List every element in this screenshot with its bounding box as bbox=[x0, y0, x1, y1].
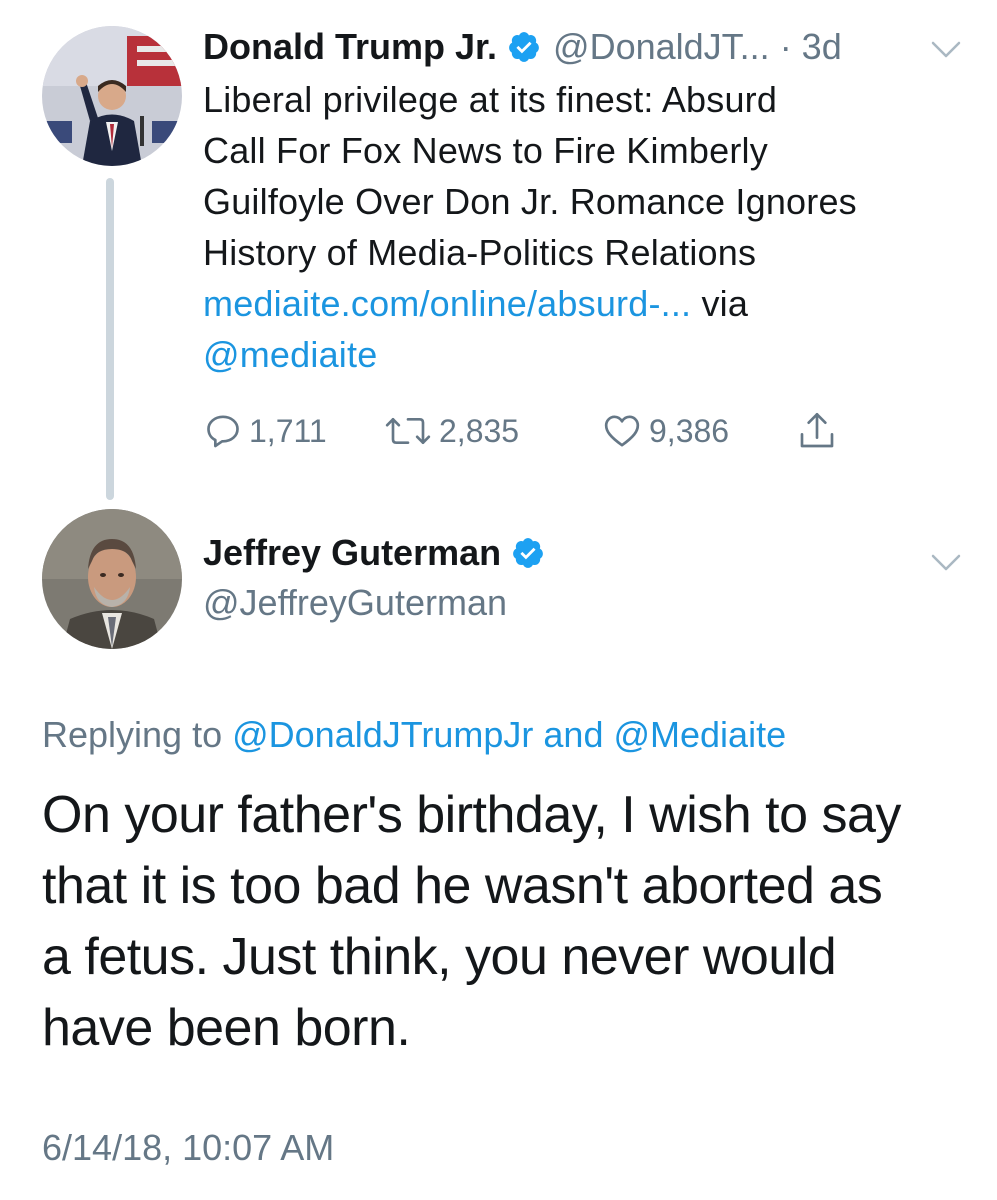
parent-tweet-header: Donald Trump Jr. @DonaldJT... · 3d bbox=[203, 24, 842, 70]
reply-count: 1,711 bbox=[249, 412, 327, 449]
reply-button[interactable]: 1,711 bbox=[203, 408, 327, 454]
author-name[interactable]: Jeffrey Guterman bbox=[203, 530, 501, 576]
main-text-line: a fetus. Just think, you never would bbox=[42, 928, 837, 986]
reply-bubble-icon bbox=[207, 415, 239, 448]
avatar-photo bbox=[42, 26, 182, 166]
verified-badge-icon bbox=[509, 32, 539, 62]
replying-prefix: Replying to bbox=[42, 714, 233, 755]
author-handle[interactable]: @JeffreyGuterman bbox=[203, 580, 507, 626]
parent-link-line: mediaite.com/online/absurd-... via bbox=[203, 278, 973, 329]
via-mention-line: @mediaite bbox=[203, 329, 973, 380]
chevron-down-icon[interactable] bbox=[930, 553, 962, 573]
main-name-row: Jeffrey Guterman bbox=[203, 530, 557, 576]
via-text: via bbox=[691, 283, 749, 324]
main-tweet-text: On your father's birthday, I wish to say… bbox=[42, 780, 962, 1064]
tweet-age[interactable]: · 3d bbox=[780, 24, 842, 70]
like-count: 9,386 bbox=[649, 412, 730, 449]
author-name[interactable]: Donald Trump Jr. bbox=[203, 24, 497, 70]
share-icon bbox=[800, 413, 834, 448]
article-link[interactable]: mediaite.com/online/absurd-... bbox=[203, 283, 691, 324]
author-handle[interactable]: @DonaldJT... bbox=[553, 24, 770, 70]
tweet-actions-bar: 1,711 2,835 9,386 bbox=[203, 408, 863, 454]
tweet-timestamp: 6/14/18, 10:07 AM bbox=[42, 1127, 335, 1168]
parent-text-line: Call For Fox News to Fire Kimberly bbox=[203, 130, 768, 171]
avatar-jeffrey-guterman[interactable] bbox=[42, 509, 182, 649]
main-tweet-header: Jeffrey Guterman bbox=[203, 530, 557, 576]
replying-to: Replying to @DonaldJTrumpJr and @Mediait… bbox=[42, 712, 786, 758]
parent-text-line: History of Media-Politics Relations bbox=[203, 232, 757, 273]
main-text-line: that it is too bad he wasn't aborted as bbox=[42, 857, 883, 915]
main-text-line: On your father's birthday, I wish to say bbox=[42, 786, 901, 844]
retweet-count: 2,835 bbox=[439, 412, 520, 449]
parent-text-line: Liberal privilege at its finest: Absurd bbox=[203, 79, 778, 120]
main-text-line: have been born. bbox=[42, 999, 411, 1057]
verified-badge-icon bbox=[513, 538, 543, 568]
heart-icon bbox=[604, 415, 640, 447]
replying-mention-link[interactable]: @DonaldJTrumpJr bbox=[232, 714, 533, 755]
retweet-icon bbox=[385, 418, 431, 444]
via-mention-link[interactable]: @mediaite bbox=[203, 334, 377, 375]
avatar-photo bbox=[42, 509, 182, 649]
replying-mention-link[interactable]: @Mediaite bbox=[613, 714, 786, 755]
replying-and: and bbox=[533, 714, 614, 755]
parent-text-line: Guilfoyle Over Don Jr. Romance Ignores bbox=[203, 181, 857, 222]
thread-line bbox=[106, 178, 114, 500]
retweet-button[interactable]: 2,835 bbox=[383, 408, 519, 454]
parent-tweet-text: Liberal privilege at its finest: Absurd … bbox=[203, 74, 973, 380]
chevron-down-icon[interactable] bbox=[930, 40, 962, 60]
avatar-donald-trump-jr[interactable] bbox=[42, 26, 182, 166]
share-button[interactable] bbox=[797, 408, 843, 454]
like-button[interactable]: 9,386 bbox=[601, 408, 729, 454]
